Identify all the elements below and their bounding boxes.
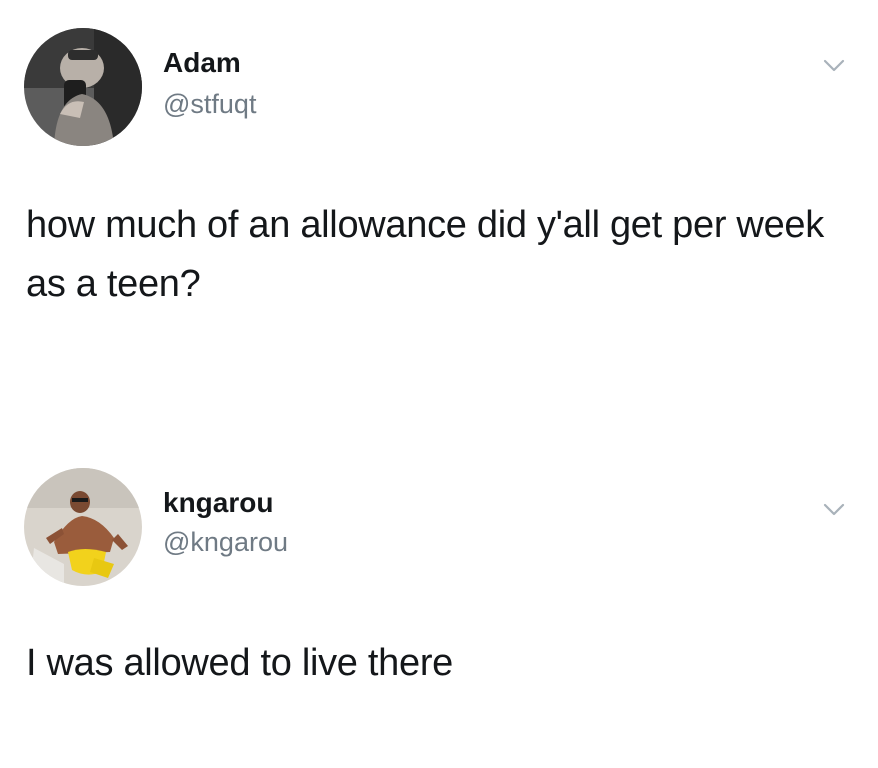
tweet-text: how much of an allowance did y'all get p… [26, 204, 824, 305]
chevron-down-icon[interactable] [822, 502, 846, 518]
display-name[interactable]: kngarou [163, 487, 273, 519]
chevron-down-icon[interactable] [822, 58, 846, 74]
avatar[interactable] [24, 28, 142, 146]
avatar-photo [24, 468, 142, 586]
avatar[interactable] [24, 468, 142, 586]
avatar-photo [24, 28, 142, 146]
tweet: Adam @stfuqt how much of an allowance di… [0, 0, 878, 420]
handle[interactable]: @kngarou [163, 526, 288, 558]
tweet-text: I was allowed to live there [26, 642, 454, 684]
display-name[interactable]: Adam [163, 47, 241, 79]
tweet: kngarou @kngarou I was allowed to live t… [0, 440, 878, 760]
handle[interactable]: @stfuqt [163, 88, 256, 120]
